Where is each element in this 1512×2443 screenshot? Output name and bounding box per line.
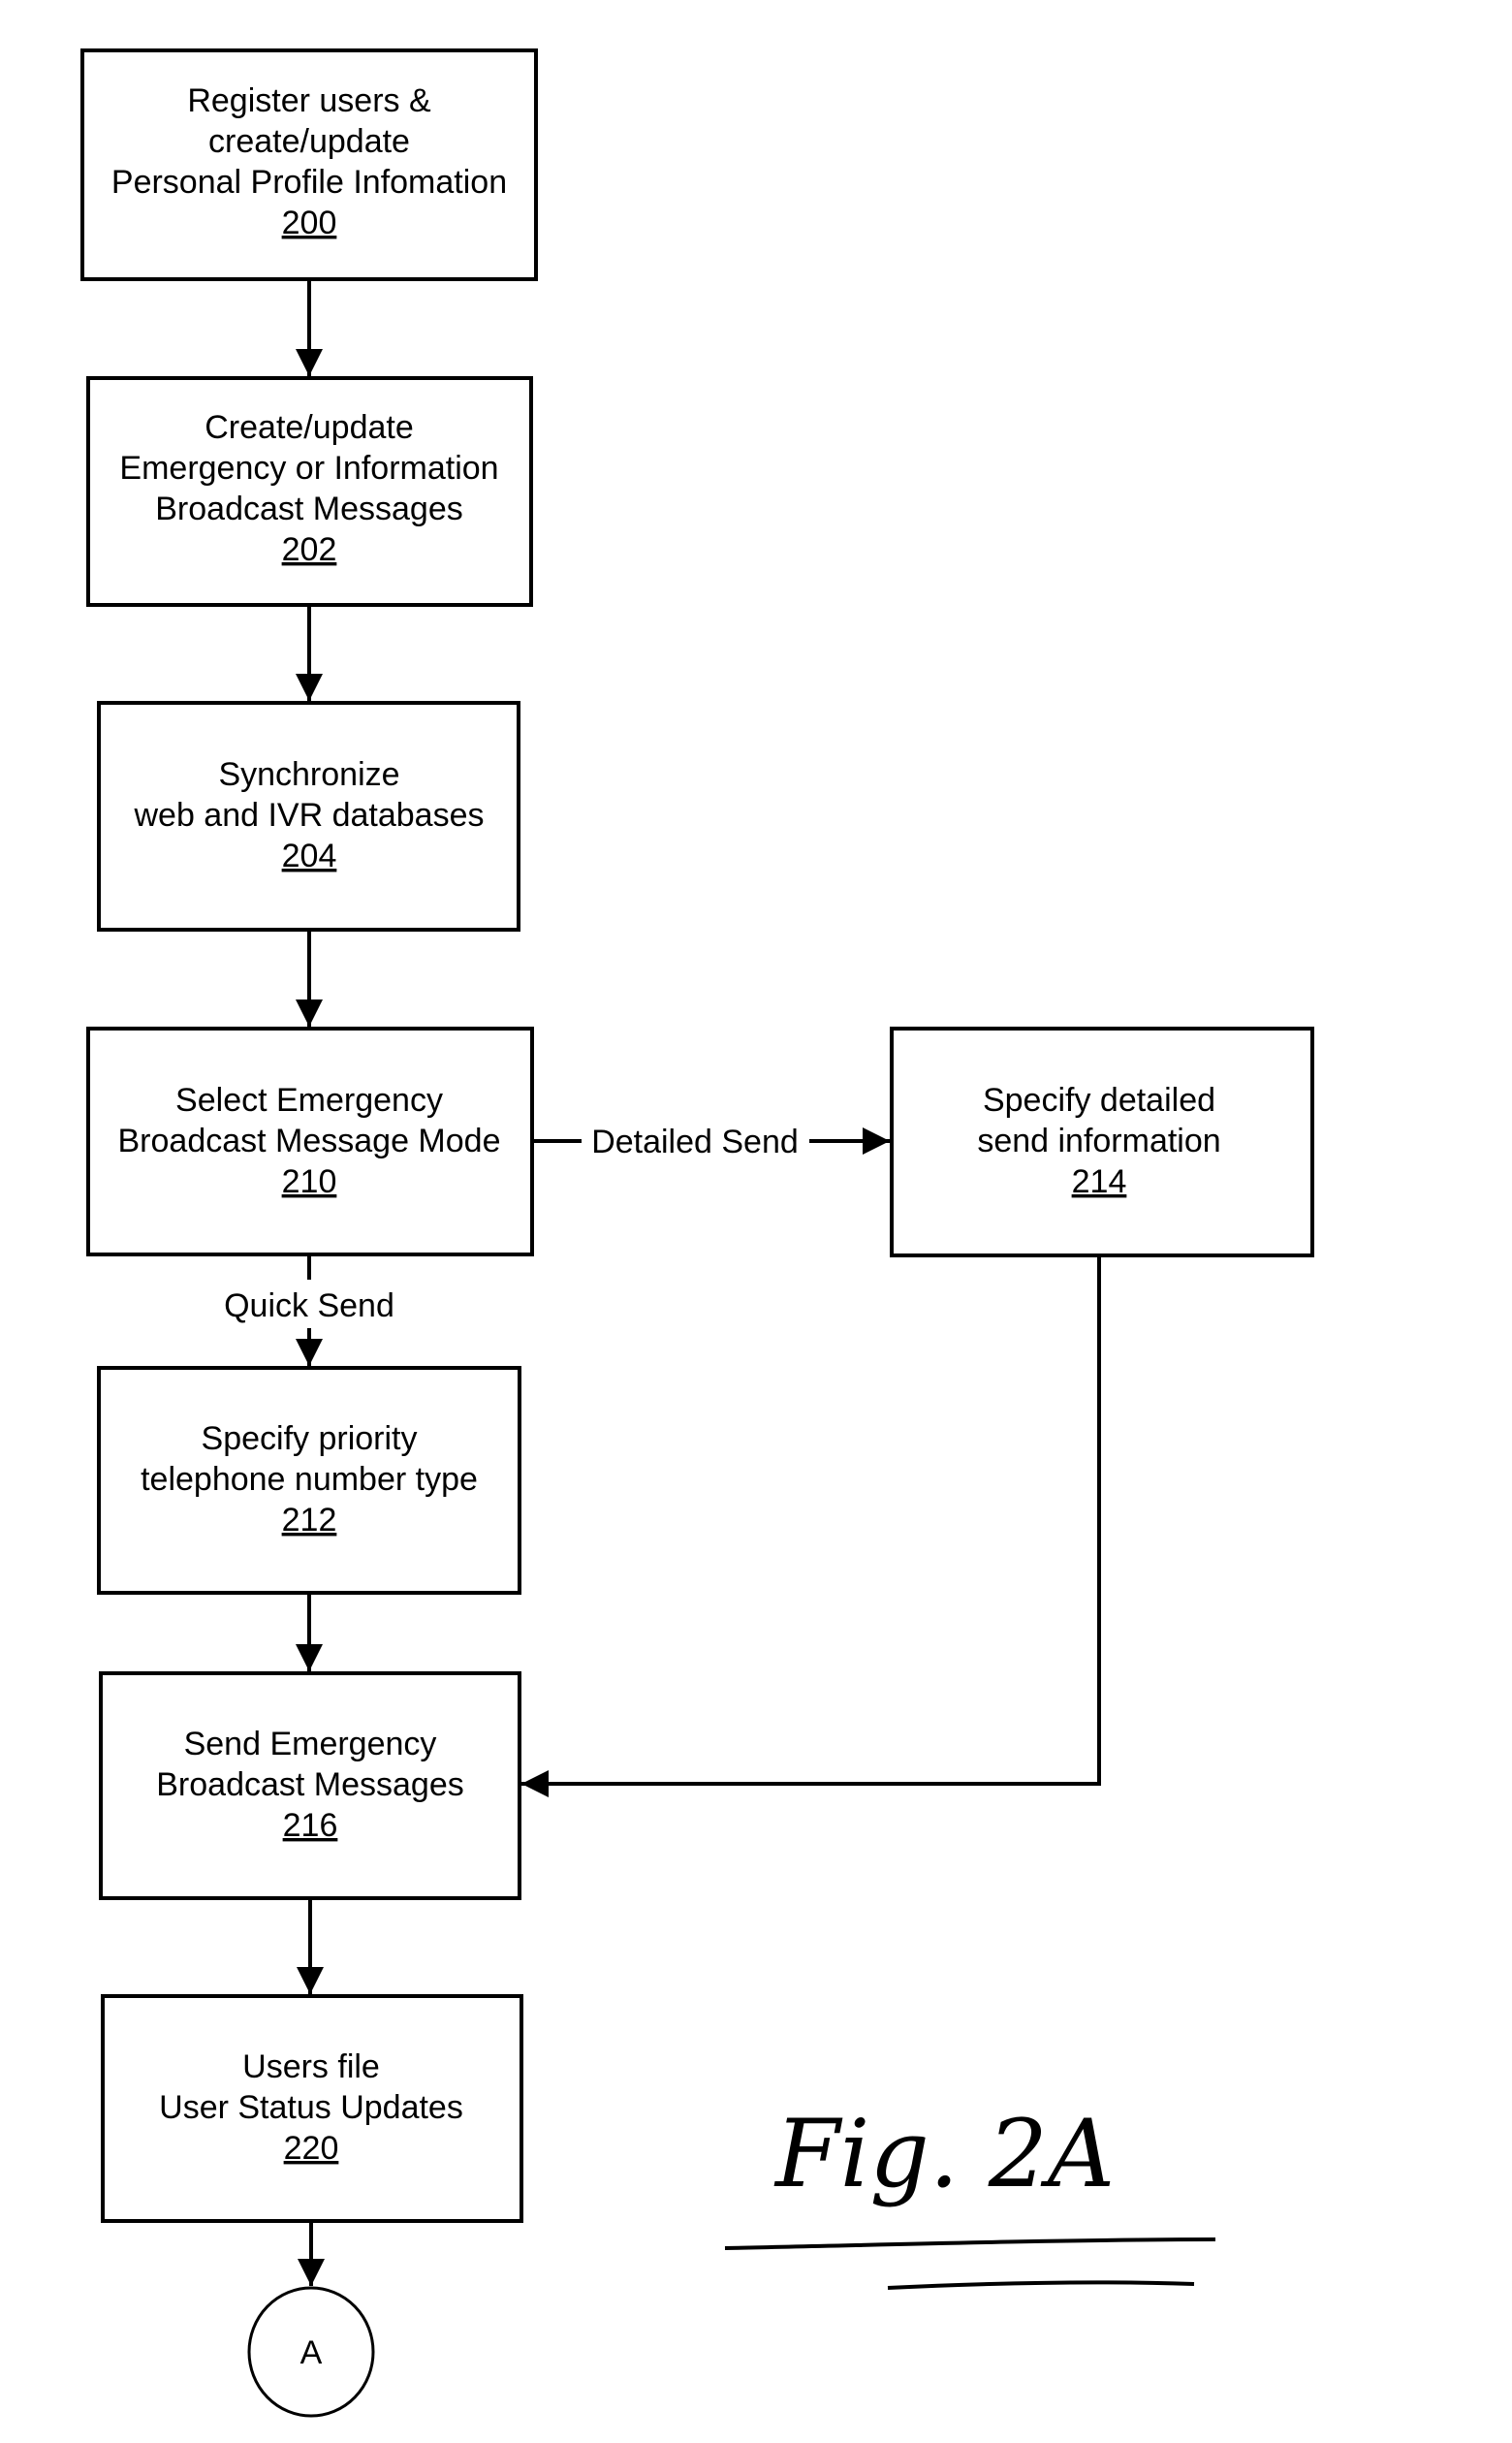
node-202-line-2: Emergency or Information — [119, 450, 498, 487]
node-202-line-3: Broadcast Messages — [155, 491, 463, 527]
node-200-register-users: Register users & create/update Personal … — [80, 48, 538, 281]
node-212-line-1: Specify priority — [202, 1420, 418, 1457]
node-212-priority-type: Specify priority telephone number type 2… — [97, 1366, 521, 1595]
node-202-ref: 202 — [282, 531, 337, 568]
node-204-synchronize: Synchronize web and IVR databases 204 — [97, 701, 520, 932]
edge-label-quick-send: Quick Send — [224, 1287, 394, 1324]
figure-label: Fig. 2A — [724, 2100, 1216, 2290]
node-210-select-mode: Select Emergency Broadcast Message Mode … — [86, 1027, 534, 1256]
node-214-line-2: send information — [977, 1123, 1220, 1159]
figure-underline-2 — [887, 2280, 1195, 2290]
node-216-send-messages: Send Emergency Broadcast Messages 216 — [99, 1671, 521, 1900]
node-210-ref: 210 — [282, 1163, 337, 1200]
node-220-status-updates: Users file User Status Updates 220 — [101, 1994, 523, 2223]
node-214-line-1: Specify detailed — [983, 1082, 1215, 1119]
node-214-detailed-send: Specify detailed send information 214 — [890, 1027, 1314, 1257]
node-214-ref: 214 — [1072, 1163, 1127, 1200]
node-220-ref: 220 — [284, 2130, 339, 2167]
node-202-create-messages: Create/update Emergency or Information B… — [86, 376, 533, 607]
node-204-line-2: web and IVR databases — [133, 797, 484, 834]
node-200-line-3: Personal Profile Infomation — [111, 164, 507, 201]
node-204-ref: 204 — [282, 838, 337, 874]
node-200-line-2: create/update — [208, 123, 410, 160]
node-204-line-1: Synchronize — [218, 756, 399, 793]
node-216-line-2: Broadcast Messages — [156, 1766, 464, 1803]
edge-214-216 — [521, 1255, 1101, 1797]
node-216-line-1: Send Emergency — [184, 1726, 437, 1762]
node-212-ref: 212 — [282, 1502, 337, 1539]
edge-label-detailed-send: Detailed Send — [591, 1124, 799, 1160]
node-216-ref: 216 — [283, 1807, 338, 1844]
node-200-ref: 200 — [282, 205, 337, 241]
node-210-line-2: Broadcast Message Mode — [118, 1123, 501, 1159]
node-210-line-1: Select Emergency — [175, 1082, 443, 1119]
connector-a-label: A — [300, 2334, 323, 2371]
node-212-line-2: telephone number type — [141, 1461, 478, 1498]
figure-underline-1 — [724, 2237, 1216, 2250]
node-220-line-2: User Status Updates — [159, 2089, 463, 2126]
node-220-line-1: Users file — [242, 2048, 380, 2085]
flowchart: Detailed Send Quick Send Register users … — [80, 48, 1314, 2418]
connector-a: A — [247, 2286, 375, 2418]
node-202-line-1: Create/update — [205, 409, 414, 446]
figure-label-text: Fig. 2A — [773, 2100, 1115, 2208]
node-200-line-1: Register users & — [187, 82, 431, 119]
